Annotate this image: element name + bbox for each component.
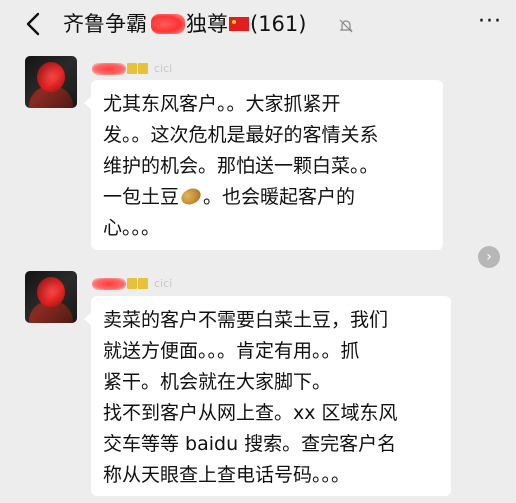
redacted-mark [92, 62, 126, 75]
chat-title-mid: 独尊 [186, 12, 228, 36]
chat-header: 齐鲁争霸 独尊 (161) ··· [0, 0, 516, 50]
chevron-right-icon[interactable]: › [478, 246, 500, 268]
bell-muted-icon [339, 19, 353, 33]
message-line: 称从天眼查上查电话号码。。。 [103, 464, 351, 486]
message-line: 维护的机会。那怕送一颗白菜。。 [103, 155, 379, 177]
sender-name: cici [92, 273, 173, 290]
message-text: 一包土豆 [103, 186, 180, 208]
message-line: 发。。这次危机是最好的客情关系 [103, 124, 379, 146]
message-line-with-emoji: 一包土豆 。也会暖起客户的 [103, 182, 431, 213]
message-line: 尤其东风客户。。大家抓紧开 [103, 93, 341, 115]
avatar[interactable] [25, 271, 77, 323]
potato-emoji-icon [178, 185, 204, 208]
member-count: (161) [250, 12, 307, 36]
chevron-left-icon[interactable] [24, 11, 44, 37]
message-line: 就送方便面。。。肯定有用。。抓 [103, 340, 360, 362]
message-line: 心。。。 [103, 217, 161, 239]
message-line: 交车等等 baidu 搜索。查完客户名 [103, 433, 397, 455]
message-line: 紧干。机会就在大家脚下。 [103, 371, 332, 393]
more-dots-icon[interactable]: ··· [478, 10, 502, 34]
message-line: 卖菜的客户不需要白菜土豆，我们 [103, 309, 389, 331]
message-bubble[interactable]: 尤其东风客户。。大家抓紧开 发。。这次危机是最好的客情关系 维护的机会。那怕送一… [84, 80, 443, 250]
avatar[interactable] [25, 56, 77, 108]
chat-title-prefix: 齐鲁争霸 [63, 12, 147, 36]
redacted-mark [92, 277, 126, 290]
sender-nick: cici [154, 62, 173, 75]
message-text: 。也会暖起客户的 [203, 186, 356, 208]
sender-nick: cici [154, 277, 173, 290]
redacted-mark [151, 14, 185, 34]
sender-name: cici [92, 58, 173, 75]
flag-icon [229, 17, 249, 31]
message-line: 找不到客户从网上查。xx 区域东风 [103, 402, 398, 424]
chat-title: 齐鲁争霸 独尊 (161) [63, 10, 306, 38]
message-bubble[interactable]: 卖菜的客户不需要白菜土豆，我们 就送方便面。。。肯定有用。。抓 紧干。机会就在大… [84, 296, 451, 496]
